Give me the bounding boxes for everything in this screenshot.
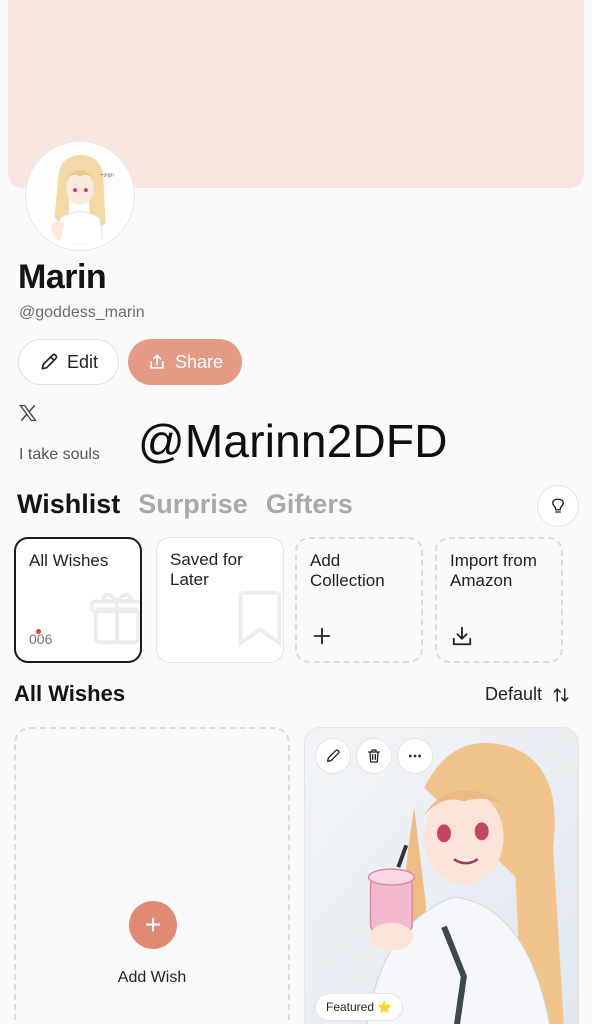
- more-options-button[interactable]: [397, 738, 433, 774]
- plus-icon: [313, 627, 331, 645]
- featured-badge-label: Featured ⭐: [326, 1000, 393, 1014]
- wish-item-card[interactable]: Featured ⭐: [304, 727, 579, 1024]
- import-amazon-card[interactable]: Import from Amazon: [435, 537, 563, 663]
- pencil-icon: [41, 353, 58, 370]
- collection-label: Import from Amazon: [450, 551, 537, 590]
- profile-tabs: Wishlist Surprise Gifters: [17, 489, 353, 520]
- overlay-handle-text: @Marinn2DFD: [138, 415, 448, 467]
- tab-wishlist[interactable]: Wishlist: [17, 489, 120, 520]
- collection-saved-for-later[interactable]: Saved for Later: [156, 537, 284, 663]
- delete-wish-button[interactable]: [356, 738, 392, 774]
- tab-surprise[interactable]: Surprise: [138, 489, 248, 520]
- collection-count: 006: [29, 631, 53, 647]
- wish-item-image: [305, 728, 578, 1024]
- x-icon[interactable]: [18, 403, 38, 423]
- profile-page: ~sign Marin @goddess_marin Edit Share I …: [0, 0, 592, 1024]
- featured-badge: Featured ⭐: [315, 993, 404, 1021]
- collection-label: All Wishes: [29, 551, 109, 570]
- bookmark-icon: [238, 590, 282, 647]
- more-icon: [409, 754, 421, 758]
- sort-dropdown[interactable]: Default: [485, 684, 570, 705]
- share-button[interactable]: Share: [128, 339, 242, 385]
- sort-icon: [553, 687, 569, 702]
- collection-all-wishes[interactable]: All Wishes 006: [14, 537, 142, 663]
- svg-text:~sign: ~sign: [100, 172, 114, 178]
- lightbulb-icon: [552, 498, 564, 513]
- sort-label: Default: [484, 684, 542, 704]
- section-title: All Wishes: [14, 681, 126, 706]
- download-icon: [452, 626, 472, 646]
- edit-button-label: Edit: [66, 351, 99, 372]
- collection-label: Saved for Later: [170, 550, 243, 589]
- avatar[interactable]: ~sign: [26, 142, 134, 250]
- profile-name: Marin: [18, 258, 107, 296]
- share-icon: [150, 354, 164, 369]
- edit-button[interactable]: Edit: [18, 339, 119, 385]
- tab-gifters[interactable]: Gifters: [266, 489, 353, 520]
- tips-button[interactable]: [537, 485, 579, 527]
- pencil-icon: [327, 749, 340, 762]
- trash-icon: [368, 749, 380, 763]
- gift-icon: [89, 592, 140, 645]
- collection-label: Add Collection: [310, 551, 385, 590]
- add-wish-card[interactable]: + Add Wish: [14, 727, 290, 1024]
- add-wish-button[interactable]: +: [129, 901, 177, 949]
- share-button-label: Share: [174, 351, 224, 372]
- edit-wish-button[interactable]: [315, 738, 351, 774]
- profile-handle: @goddess_marin: [19, 304, 145, 321]
- add-collection-card[interactable]: Add Collection: [295, 537, 423, 663]
- add-wish-label: Add Wish: [117, 969, 187, 986]
- profile-bio: I take souls: [19, 446, 100, 463]
